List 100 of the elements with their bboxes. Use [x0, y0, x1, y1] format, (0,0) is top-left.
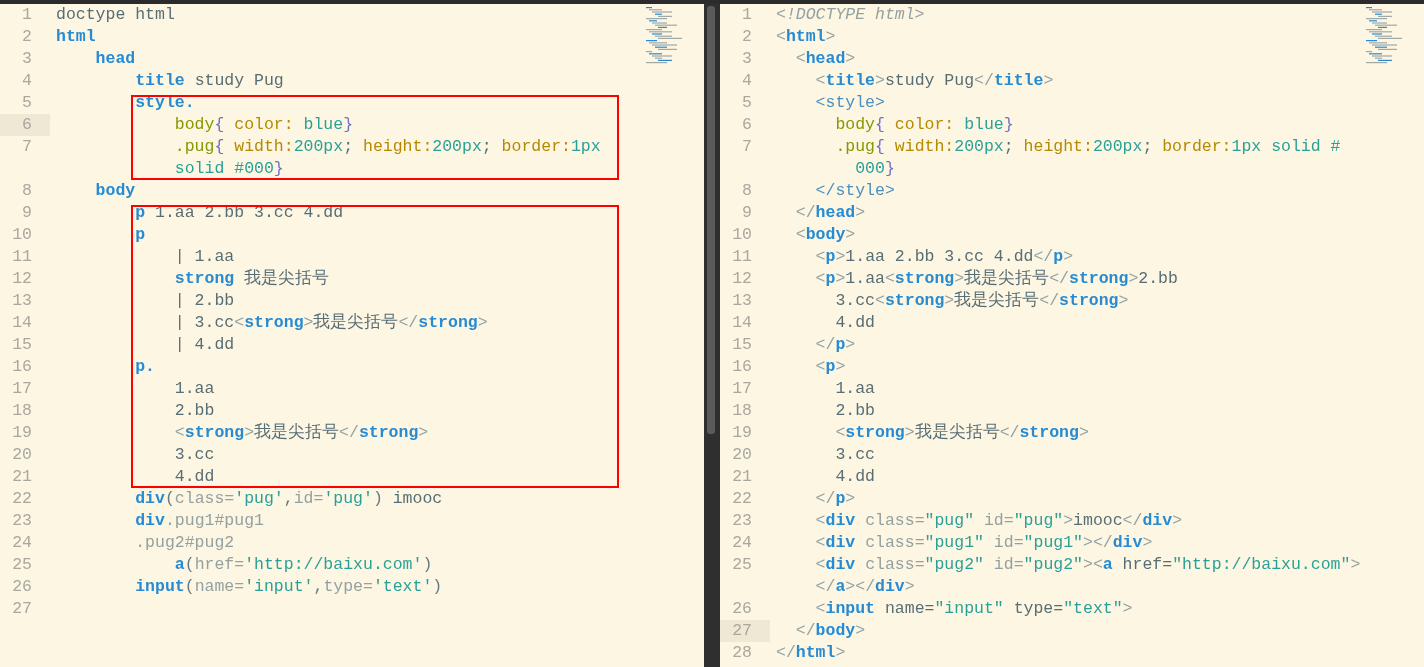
line-number: 20	[731, 444, 753, 466]
line-number: 13	[731, 290, 753, 312]
code-line: 4.dd	[834, 312, 876, 334]
line-number: 4	[741, 70, 753, 92]
code-line: .pug2#pug2	[134, 532, 235, 554]
line-number: 16	[11, 356, 33, 378]
code-line: <!DOCTYPE html>	[776, 4, 925, 26]
code-line: 2.bb	[173, 400, 215, 422]
code-line: 4.dd	[173, 466, 215, 488]
code-line: 1.aa	[834, 378, 876, 400]
line-number: 18	[11, 400, 33, 422]
code-line: style.	[134, 92, 195, 114]
line-number: 1	[21, 4, 33, 26]
code-line: <div class="pug1" id="pug1"></div>	[814, 532, 1153, 554]
line-number: 6	[0, 114, 50, 136]
code-line: 2.bb	[834, 400, 876, 422]
code-line: 4.dd	[834, 466, 876, 488]
line-number: 9	[741, 202, 753, 224]
code-line: <div class="pug2" id="pug2"><a href="http://baixu.com">	[814, 554, 1361, 576]
code-line: 3.cc	[834, 444, 876, 466]
line-number: 4	[21, 70, 33, 92]
code-line: p	[134, 224, 146, 246]
line-number: 25	[11, 554, 33, 576]
code-line: doctype html	[56, 4, 175, 26]
line-number: 17	[11, 378, 33, 400]
line-number: 24	[11, 532, 33, 554]
code-line: <head>	[794, 48, 856, 70]
code-line: </body>	[794, 620, 866, 642]
line-number: 5	[21, 92, 33, 114]
line-number: 27	[720, 620, 770, 642]
line-number: 16	[731, 356, 753, 378]
code-line: .pug{ width:200px; height:200px; border:1px	[173, 136, 601, 158]
line-number: 1	[741, 4, 753, 26]
line-number: 14	[11, 312, 33, 334]
code-line: | 3.cc<strong>我是尖括号</strong>	[173, 312, 488, 334]
code-line: 3.cc	[173, 444, 215, 466]
line-number: 26	[731, 598, 753, 620]
code-line: <p>	[814, 356, 846, 378]
code-line: body{ color: blue}	[834, 114, 1014, 136]
code-line: 000}	[854, 158, 895, 180]
code-line: | 1.aa	[173, 246, 235, 268]
line-number: 10	[11, 224, 33, 246]
scrollbar-thumb[interactable]	[707, 6, 715, 434]
line-number: 7	[21, 136, 33, 158]
code-line: div.pug1#pug1	[134, 510, 264, 532]
code-line: a(href='http://baixu.com')	[173, 554, 433, 576]
line-number: 8	[741, 180, 753, 202]
code-line: input(name='input',type='text')	[134, 576, 443, 598]
code-line: body{ color: blue}	[173, 114, 354, 136]
code-line: p.	[134, 356, 156, 378]
code-line: 1.aa	[173, 378, 215, 400]
code-line: strong 我是尖括号	[173, 268, 330, 290]
line-number: 17	[731, 378, 753, 400]
code-line: </p>	[814, 334, 856, 356]
code-line: </p>	[814, 488, 856, 510]
code-line: <input name="input" type="text">	[814, 598, 1133, 620]
line-number: 12	[731, 268, 753, 290]
code-line: </a></div>	[814, 576, 915, 598]
code-line: title study Pug	[134, 70, 284, 92]
line-number: 6	[741, 114, 753, 136]
line-number: 21	[11, 466, 33, 488]
line-number: 15	[731, 334, 753, 356]
code-line: head	[94, 48, 136, 70]
line-number: 27	[11, 598, 33, 620]
line-number: 23	[731, 510, 753, 532]
line-number: 22	[731, 488, 753, 510]
line-number: 26	[11, 576, 33, 598]
line-number: 19	[731, 422, 753, 444]
code-line: </head>	[794, 202, 866, 224]
code-line: <style>	[814, 92, 885, 114]
line-number: 18	[731, 400, 753, 422]
code-line: <div class="pug" id="pug">imooc</div>	[814, 510, 1183, 532]
line-number: 15	[11, 334, 33, 356]
line-number: 12	[11, 268, 33, 290]
line-number: 19	[11, 422, 33, 444]
code-line: <p>1.aa 2.bb 3.cc 4.dd</p>	[814, 246, 1074, 268]
code-line: </style>	[814, 180, 895, 202]
code-line: <strong>我是尖括号</strong>	[173, 422, 429, 444]
line-number: 23	[11, 510, 33, 532]
line-number: 2	[741, 26, 753, 48]
code-line: html	[56, 26, 96, 48]
code-line: solid #000}	[173, 158, 284, 180]
code-line: <body>	[794, 224, 856, 246]
line-number: 8	[21, 180, 33, 202]
code-line: 3.cc<strong>我是尖括号</strong>	[834, 290, 1129, 312]
line-number: 9	[21, 202, 33, 224]
line-number: 24	[731, 532, 753, 554]
code-line: | 4.dd	[173, 334, 235, 356]
code-line: <html>	[776, 26, 836, 48]
line-number: 3	[741, 48, 753, 70]
code-line: body	[94, 180, 136, 202]
code-line: div(class='pug',id='pug') imooc	[134, 488, 443, 510]
code-line: <title>study Pug</title>	[814, 70, 1054, 92]
line-number: 3	[21, 48, 33, 70]
line-number: 20	[11, 444, 33, 466]
line-number: 21	[731, 466, 753, 488]
code-line: </html>	[776, 642, 846, 664]
line-number: 28	[731, 642, 753, 664]
line-number: 5	[741, 92, 753, 114]
line-number: 2	[21, 26, 33, 48]
